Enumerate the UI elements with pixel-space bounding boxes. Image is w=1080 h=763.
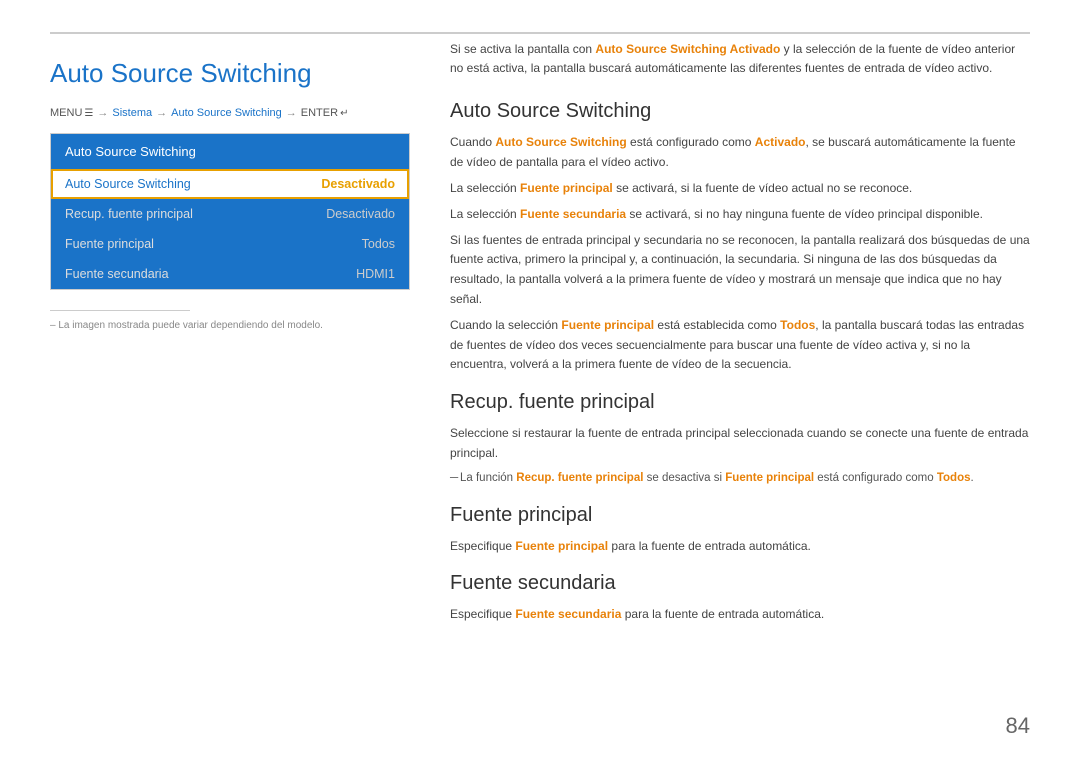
menu-item-label: Auto Source Switching [65, 177, 191, 191]
section-recup: Recup. fuente principal Seleccione si re… [450, 391, 1030, 487]
section-text-fuente-secundaria-1: Especifique Fuente secundaria para la fu… [450, 605, 1030, 625]
page-container: Auto Source Switching MENU ☰ → Sistema →… [0, 0, 1080, 763]
section-text-auto-5: Cuando la selección Fuente principal est… [450, 316, 1030, 375]
menu-item-fuente-secundaria[interactable]: Fuente secundaria HDMI1 [51, 259, 409, 289]
breadcrumb: MENU ☰ → Sistema → Auto Source Switching… [50, 107, 410, 119]
breadcrumb-menu: MENU [50, 107, 82, 119]
breadcrumb-enter-icon: ↵ [340, 108, 348, 119]
section-title-recup: Recup. fuente principal [450, 391, 1030, 414]
menu-items-list: Auto Source Switching Desactivado Recup.… [51, 169, 409, 289]
section-fuente-principal: Fuente principal Especifique Fuente prin… [450, 504, 1030, 557]
menu-item-value: Todos [362, 237, 395, 251]
section-title-auto: Auto Source Switching [450, 100, 1030, 123]
menu-item-value: Desactivado [321, 177, 395, 191]
menu-item-recup[interactable]: Recup. fuente principal Desactivado [51, 199, 409, 229]
page-title: Auto Source Switching [50, 58, 410, 89]
breadcrumb-enter: ENTER [301, 107, 338, 119]
left-column: Auto Source Switching MENU ☰ → Sistema →… [50, 40, 410, 733]
section-text-fuente-principal-1: Especifique Fuente principal para la fue… [450, 537, 1030, 557]
section-title-fuente-principal: Fuente principal [450, 504, 1030, 527]
section-text-auto-1: Cuando Auto Source Switching está config… [450, 133, 1030, 173]
menu-item-fuente-principal[interactable]: Fuente principal Todos [51, 229, 409, 259]
top-rule [50, 32, 1030, 34]
breadcrumb-sistema[interactable]: Sistema [112, 107, 152, 119]
intro-highlight-1: Auto Source Switching Activado [595, 42, 780, 56]
menu-item-label: Fuente principal [65, 237, 154, 251]
breadcrumb-arrow3: → [286, 107, 297, 119]
section-text-auto-2: La selección Fuente principal se activar… [450, 179, 1030, 199]
breadcrumb-auto-source[interactable]: Auto Source Switching [171, 107, 282, 119]
right-intro: Si se activa la pantalla con Auto Source… [450, 40, 1030, 78]
section-text-auto-4: Si las fuentes de entrada principal y se… [450, 231, 1030, 310]
menu-header: Auto Source Switching [51, 134, 409, 169]
footnote-rule [50, 310, 190, 311]
right-column: Si se activa la pantalla con Auto Source… [450, 40, 1030, 733]
menu-item-label: Fuente secundaria [65, 267, 169, 281]
breadcrumb-menu-icon: ☰ [84, 108, 93, 119]
section-note-recup: La función Recup. fuente principal se de… [450, 470, 1030, 488]
section-title-fuente-secundaria: Fuente secundaria [450, 572, 1030, 595]
section-text-recup-1: Seleccione si restaurar la fuente de ent… [450, 424, 1030, 464]
breadcrumb-arrow2: → [156, 107, 167, 119]
menu-box: Auto Source Switching Auto Source Switch… [50, 133, 410, 290]
section-auto-source: Auto Source Switching Cuando Auto Source… [450, 100, 1030, 375]
menu-item-label: Recup. fuente principal [65, 207, 193, 221]
section-text-auto-3: La selección Fuente secundaria se activa… [450, 205, 1030, 225]
section-fuente-secundaria: Fuente secundaria Especifique Fuente sec… [450, 572, 1030, 625]
menu-item-value: HDMI1 [356, 267, 395, 281]
menu-item-value: Desactivado [326, 207, 395, 221]
menu-item-auto-source[interactable]: Auto Source Switching Desactivado [51, 169, 409, 199]
footnote-text: – La imagen mostrada puede variar depend… [50, 319, 410, 333]
page-number: 84 [1006, 713, 1030, 739]
breadcrumb-arrow1: → [97, 107, 108, 119]
